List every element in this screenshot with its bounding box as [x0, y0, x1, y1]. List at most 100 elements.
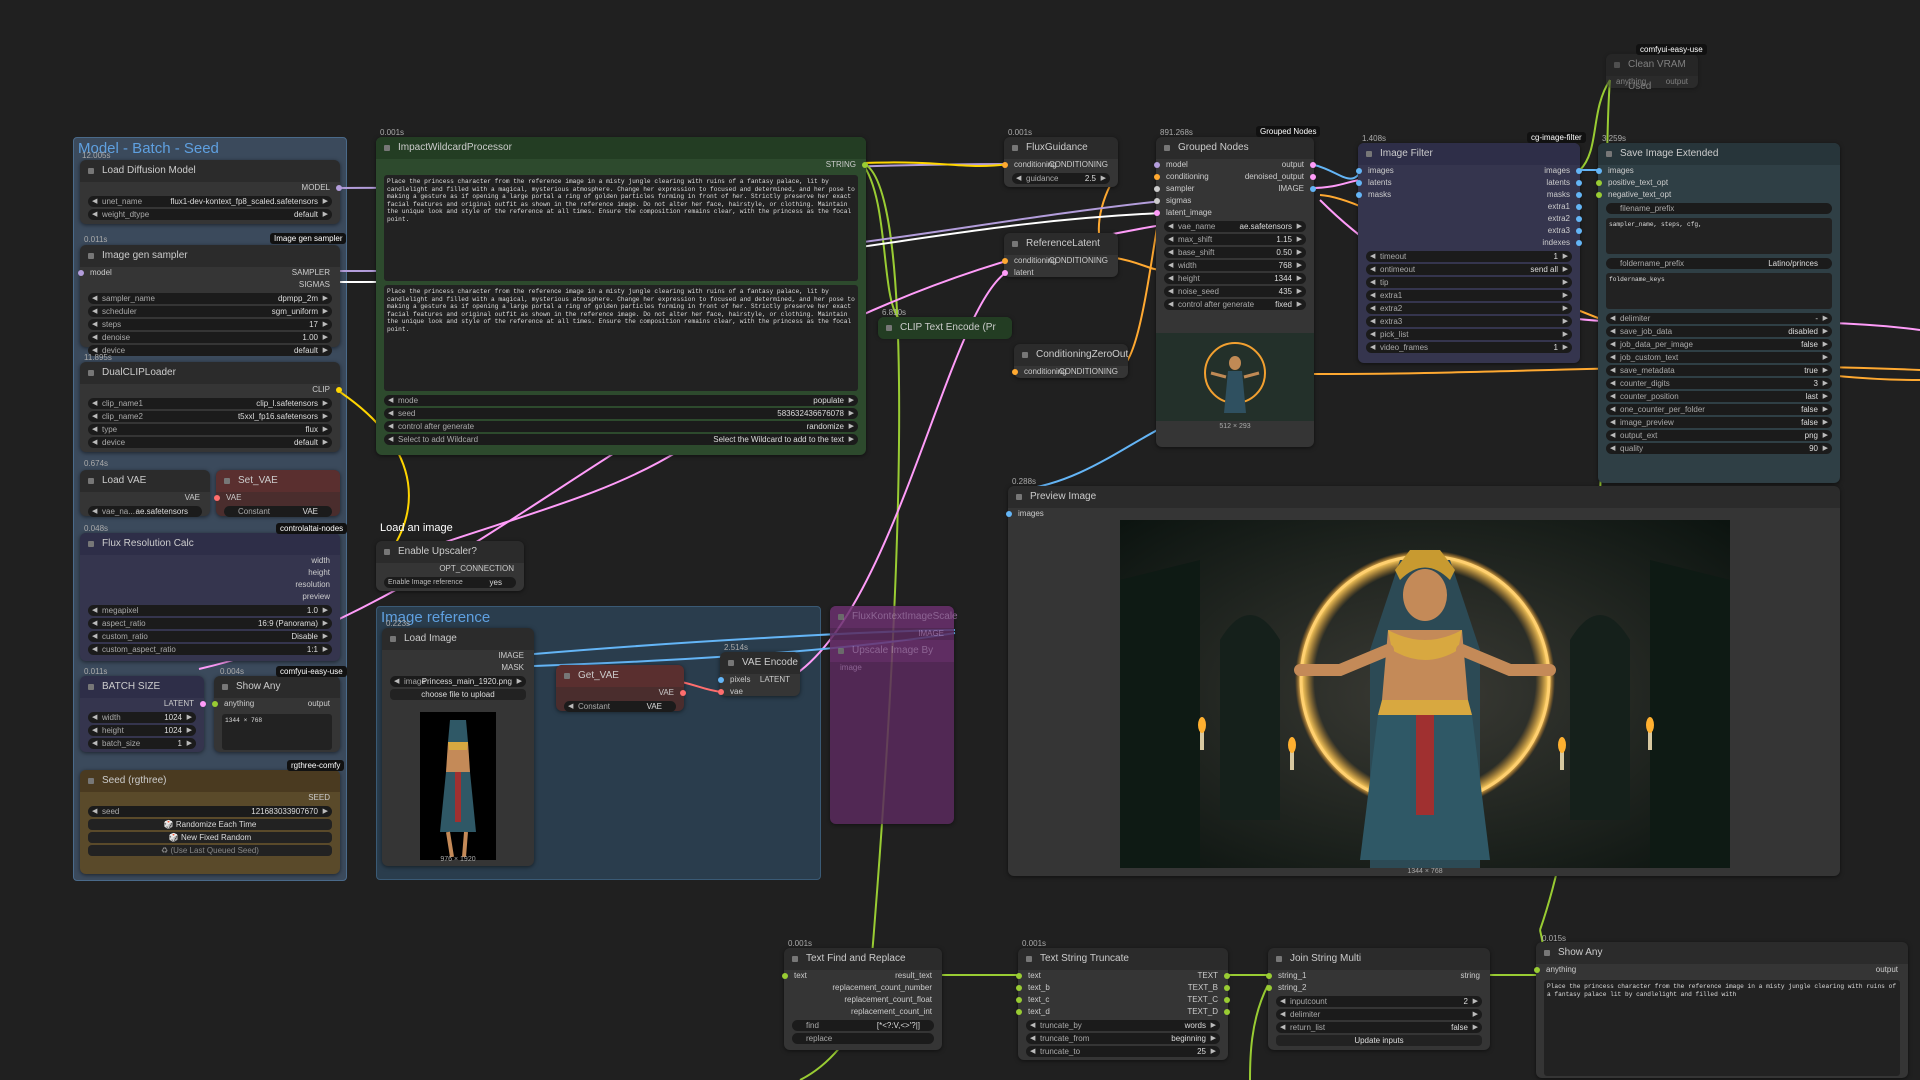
image-select-widget[interactable]: ◀ image Princess_main_1920.png ▶ — [390, 676, 526, 687]
flux-resolution-calc-node[interactable]: Flux Resolution Calc width height resolu… — [80, 533, 340, 661]
device-widget[interactable]: ◀ device default ▶ — [88, 437, 332, 448]
positive-input-dot[interactable] — [1596, 180, 1602, 186]
text_d-output[interactable]: TEXT_D — [1187, 1006, 1218, 1018]
vae-encode-node[interactable]: VAE Encode pixels LATENT vae — [718, 652, 800, 696]
vae-name-widget[interactable]: ◀ vae_name ae.safetensors ▶ — [1164, 221, 1306, 232]
text-input-dot[interactable] — [1016, 973, 1022, 979]
device-widget[interactable]: ◀ device default ▶ — [88, 345, 332, 356]
megapixel-widget[interactable]: ◀ megapixel 1.0 ▶ — [88, 605, 332, 616]
truncate-from-widget[interactable]: ◀ truncate_from beginning ▶ — [1026, 1033, 1220, 1044]
text_b-output-dot[interactable] — [1224, 985, 1230, 991]
custom-aspect-ratio-widget[interactable]: ◀ custom_aspect_ratio 1:1 ▶ — [88, 644, 332, 655]
conditioning-input-dot[interactable] — [1154, 174, 1160, 180]
model-output-dot[interactable] — [336, 185, 342, 191]
video-frames-widget[interactable]: ◀ video_frames 1 ▶ — [1366, 342, 1572, 353]
negative-input-dot[interactable] — [1596, 192, 1602, 198]
conditioning-output[interactable]: CONDITIONING — [1049, 159, 1108, 171]
result-text-output[interactable]: result_text — [895, 970, 932, 982]
wildcard-text[interactable]: Place the princess character from the re… — [384, 175, 858, 281]
latent-output[interactable]: LATENT — [164, 698, 194, 710]
conditioning-output[interactable]: CONDITIONING — [1059, 366, 1118, 378]
text_b-input-dot[interactable] — [1016, 985, 1022, 991]
sigmas-input-dot[interactable] — [1154, 198, 1160, 204]
latent-output-dot[interactable] — [200, 701, 206, 707]
impact-wildcard-processor-node[interactable]: ImpactWildcardProcessor STRING Place the… — [376, 137, 868, 455]
load-vae-node[interactable]: Load VAE VAE ◀ vae_na... ae.safetensors — [80, 470, 210, 517]
sampler-input-dot[interactable] — [1154, 186, 1160, 192]
flux-kontext-scale-node[interactable]: FluxKontextImageScale IMAGE Upscale Imag… — [830, 606, 958, 824]
resolution-output[interactable]: resolution — [295, 579, 330, 591]
denoised_output-output-dot[interactable] — [1310, 174, 1316, 180]
vae-output[interactable]: VAE — [185, 492, 200, 504]
text_c-output-dot[interactable] — [1224, 997, 1230, 1003]
update-inputs-button[interactable]: Update inputs — [1276, 1035, 1482, 1046]
output-output[interactable]: output — [1282, 159, 1304, 171]
height-widget[interactable]: ◀ height 1344 ▶ — [1164, 273, 1306, 284]
max-shift-widget[interactable]: ◀ max_shift 1.15 ▶ — [1164, 234, 1306, 245]
steps-widget[interactable]: ◀ steps 17 ▶ — [88, 319, 332, 330]
enable-upscaler-node[interactable]: Enable Upscaler? OPT_CONNECTION Enable I… — [376, 541, 524, 591]
job-data-per-image-widget[interactable]: ◀ job_data_per_image false ▶ — [1606, 339, 1832, 350]
string2-input-dot[interactable] — [1266, 985, 1272, 991]
foldername-prefix-widget[interactable]: foldername_prefix Latino/princes — [1606, 258, 1832, 269]
count-number-output[interactable]: replacement_count_number — [832, 982, 932, 994]
vae-output-dot[interactable] — [680, 690, 686, 696]
aspect-ratio-widget[interactable]: ◀ aspect_ratio 16:9 (Panorama) ▶ — [88, 618, 332, 629]
sigmas-output[interactable]: SIGMAS — [299, 279, 330, 291]
custom-ratio-widget[interactable]: ◀ custom_ratio Disable ▶ — [88, 631, 332, 642]
conditioning-input-dot[interactable] — [1002, 162, 1008, 168]
conditioning-zero-out-node[interactable]: ConditioningZeroOut conditioning CONDITIO… — [1012, 344, 1128, 378]
output-output[interactable]: output — [1876, 964, 1898, 976]
image-output[interactable]: IMAGE — [1278, 183, 1304, 195]
mask-output[interactable]: MASK — [501, 662, 524, 674]
replace-widget[interactable]: replace — [792, 1033, 934, 1044]
images-input-dot[interactable] — [1356, 168, 1362, 174]
conditioning-input-dot[interactable] — [1012, 369, 1018, 375]
new-fixed-random-button[interactable]: 🎲 New Fixed Random — [88, 832, 332, 843]
latent-output[interactable]: LATENT — [760, 674, 790, 686]
denoised_output-output[interactable]: denoised_output — [1245, 171, 1304, 183]
output-output[interactable]: output — [308, 698, 330, 710]
images-output-dot[interactable] — [1576, 168, 1582, 174]
enable-image-ref-toggle[interactable]: Enable Image reference yes — [384, 577, 516, 588]
find-widget[interactable]: find [*<?:V,<>'?|] — [792, 1020, 934, 1031]
output-ext-widget[interactable]: ◀ output_ext png ▶ — [1606, 430, 1832, 441]
control-after-generate-widget[interactable]: ◀ control after generate fixed ▶ — [1164, 299, 1306, 310]
choose-file-button[interactable]: choose file to upload — [390, 689, 526, 700]
noise-seed-widget[interactable]: ◀ noise_seed 435 ▶ — [1164, 286, 1306, 297]
unet-name-widget[interactable]: ◀ unet_name flux1-dev-kontext_fp8_scaled.s… — [88, 196, 332, 207]
clip-name1-widget[interactable]: ◀ clip_name1 clip_l.safetensors ▶ — [88, 398, 332, 409]
return-list-widget[interactable]: ◀ return_list false ▶ — [1276, 1022, 1482, 1033]
vae-input-dot[interactable] — [214, 495, 220, 501]
constant-widget[interactable]: ◀ Constant VAE — [564, 701, 676, 712]
filename-prefix-widget[interactable]: filename_prefix — [1606, 203, 1832, 214]
constant-widget[interactable]: Constant VAE — [224, 506, 332, 517]
counter-position-widget[interactable]: ◀ counter_position last ▶ — [1606, 391, 1832, 402]
conditioning-input-dot[interactable] — [1002, 258, 1008, 264]
vae-name-widget[interactable]: ◀ vae_na... ae.safetensors — [88, 506, 202, 517]
images-input-dot[interactable] — [1596, 168, 1602, 174]
masks-output[interactable]: masks — [1547, 189, 1570, 201]
seed-rgthree-node[interactable]: Seed (rgthree) SEED ◀ seed 121683033907670… — [80, 770, 340, 874]
text_d-input-dot[interactable] — [1016, 1009, 1022, 1015]
truncate-to-widget[interactable]: ◀ truncate_to 25 ▶ — [1026, 1046, 1220, 1057]
latent_image-input-dot[interactable] — [1154, 210, 1160, 216]
model-output[interactable]: MODEL — [302, 182, 330, 194]
join-string-multi-node[interactable]: Join String Multi string_1 string string_… — [1266, 948, 1490, 1050]
text-string-truncate-node[interactable]: Text String Truncate text TEXT text_b TEXT_… — [1016, 948, 1230, 1060]
randomize-button[interactable]: 🎲 Randomize Each Time — [88, 819, 332, 830]
guidance-widget[interactable]: ◀ guidance 2.5 ▶ — [1012, 173, 1110, 184]
text-input-dot[interactable] — [782, 973, 788, 979]
indexes-output-dot[interactable] — [1576, 240, 1582, 246]
latents-output[interactable]: latents — [1546, 177, 1570, 189]
preview-output[interactable]: preview — [302, 591, 330, 603]
flux-guidance-node[interactable]: FluxGuidance conditioning CONDITIONING ◀ g… — [1002, 137, 1118, 187]
seed-widget[interactable]: ◀ seed 121683033907670 ▶ — [88, 806, 332, 817]
images-output[interactable]: images — [1544, 165, 1570, 177]
image-preview-widget[interactable]: ◀ image_preview false ▶ — [1606, 417, 1832, 428]
string-output[interactable]: string — [1460, 970, 1480, 982]
latent-input-dot[interactable] — [1002, 270, 1008, 276]
load-diffusion-model-node[interactable]: Load Diffusion Model MODEL ◀ unet_name flu… — [80, 160, 342, 224]
denoise-widget[interactable]: ◀ denoise 1.00 ▶ — [88, 332, 332, 343]
output-output[interactable]: output — [1666, 76, 1688, 88]
